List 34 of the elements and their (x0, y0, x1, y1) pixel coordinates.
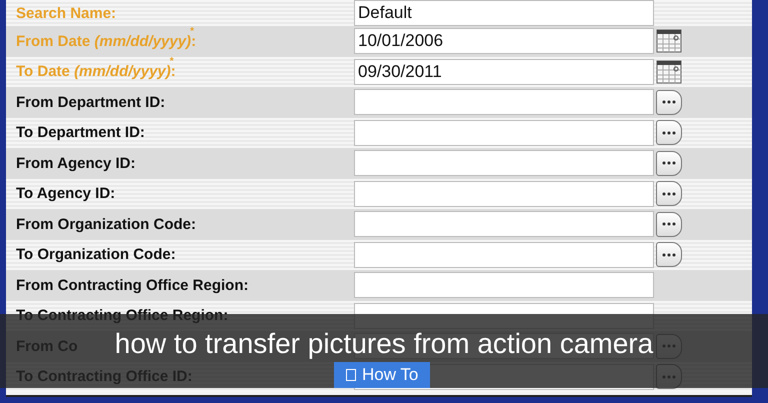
input-field[interactable] (354, 242, 654, 268)
how-to-button[interactable]: How To (334, 362, 430, 388)
field-label: Search Name: (16, 4, 116, 22)
field-label: From Organization Code: (16, 216, 196, 233)
lookup-button[interactable] (656, 181, 682, 206)
ellipsis-icon (662, 222, 676, 226)
field-label: To Organization Code: (16, 246, 176, 264)
field-label: To Department ID: (16, 124, 145, 142)
lookup-button[interactable] (656, 212, 682, 237)
square-icon (346, 369, 356, 381)
input-field[interactable]: Default (354, 0, 654, 26)
field-label: To Agency ID: (16, 185, 116, 202)
ellipsis-icon (662, 192, 676, 196)
ellipsis-icon (662, 161, 676, 166)
input-field[interactable] (354, 272, 654, 298)
input-field[interactable]: 09/30/2011 (354, 58, 654, 85)
ellipsis-icon (662, 130, 676, 135)
field-label: From Contracting Office Region: (16, 276, 248, 294)
input-field[interactable] (354, 89, 654, 116)
input-field[interactable]: 10/01/2006 (354, 28, 654, 54)
field-label: From Agency ID: (16, 154, 136, 172)
field-label: From Department ID: (16, 94, 166, 111)
input-field[interactable] (354, 120, 654, 146)
lookup-button[interactable] (656, 150, 682, 176)
ellipsis-icon (662, 252, 676, 257)
lookup-button[interactable] (656, 120, 682, 146)
calendar-icon[interactable] (656, 29, 682, 54)
lookup-button[interactable] (656, 90, 682, 115)
input-field[interactable] (354, 150, 654, 176)
input-field[interactable] (354, 211, 654, 238)
ellipsis-icon (662, 100, 676, 104)
calendar-icon[interactable] (656, 60, 682, 84)
lookup-button[interactable] (656, 242, 682, 268)
input-field[interactable] (354, 180, 654, 207)
